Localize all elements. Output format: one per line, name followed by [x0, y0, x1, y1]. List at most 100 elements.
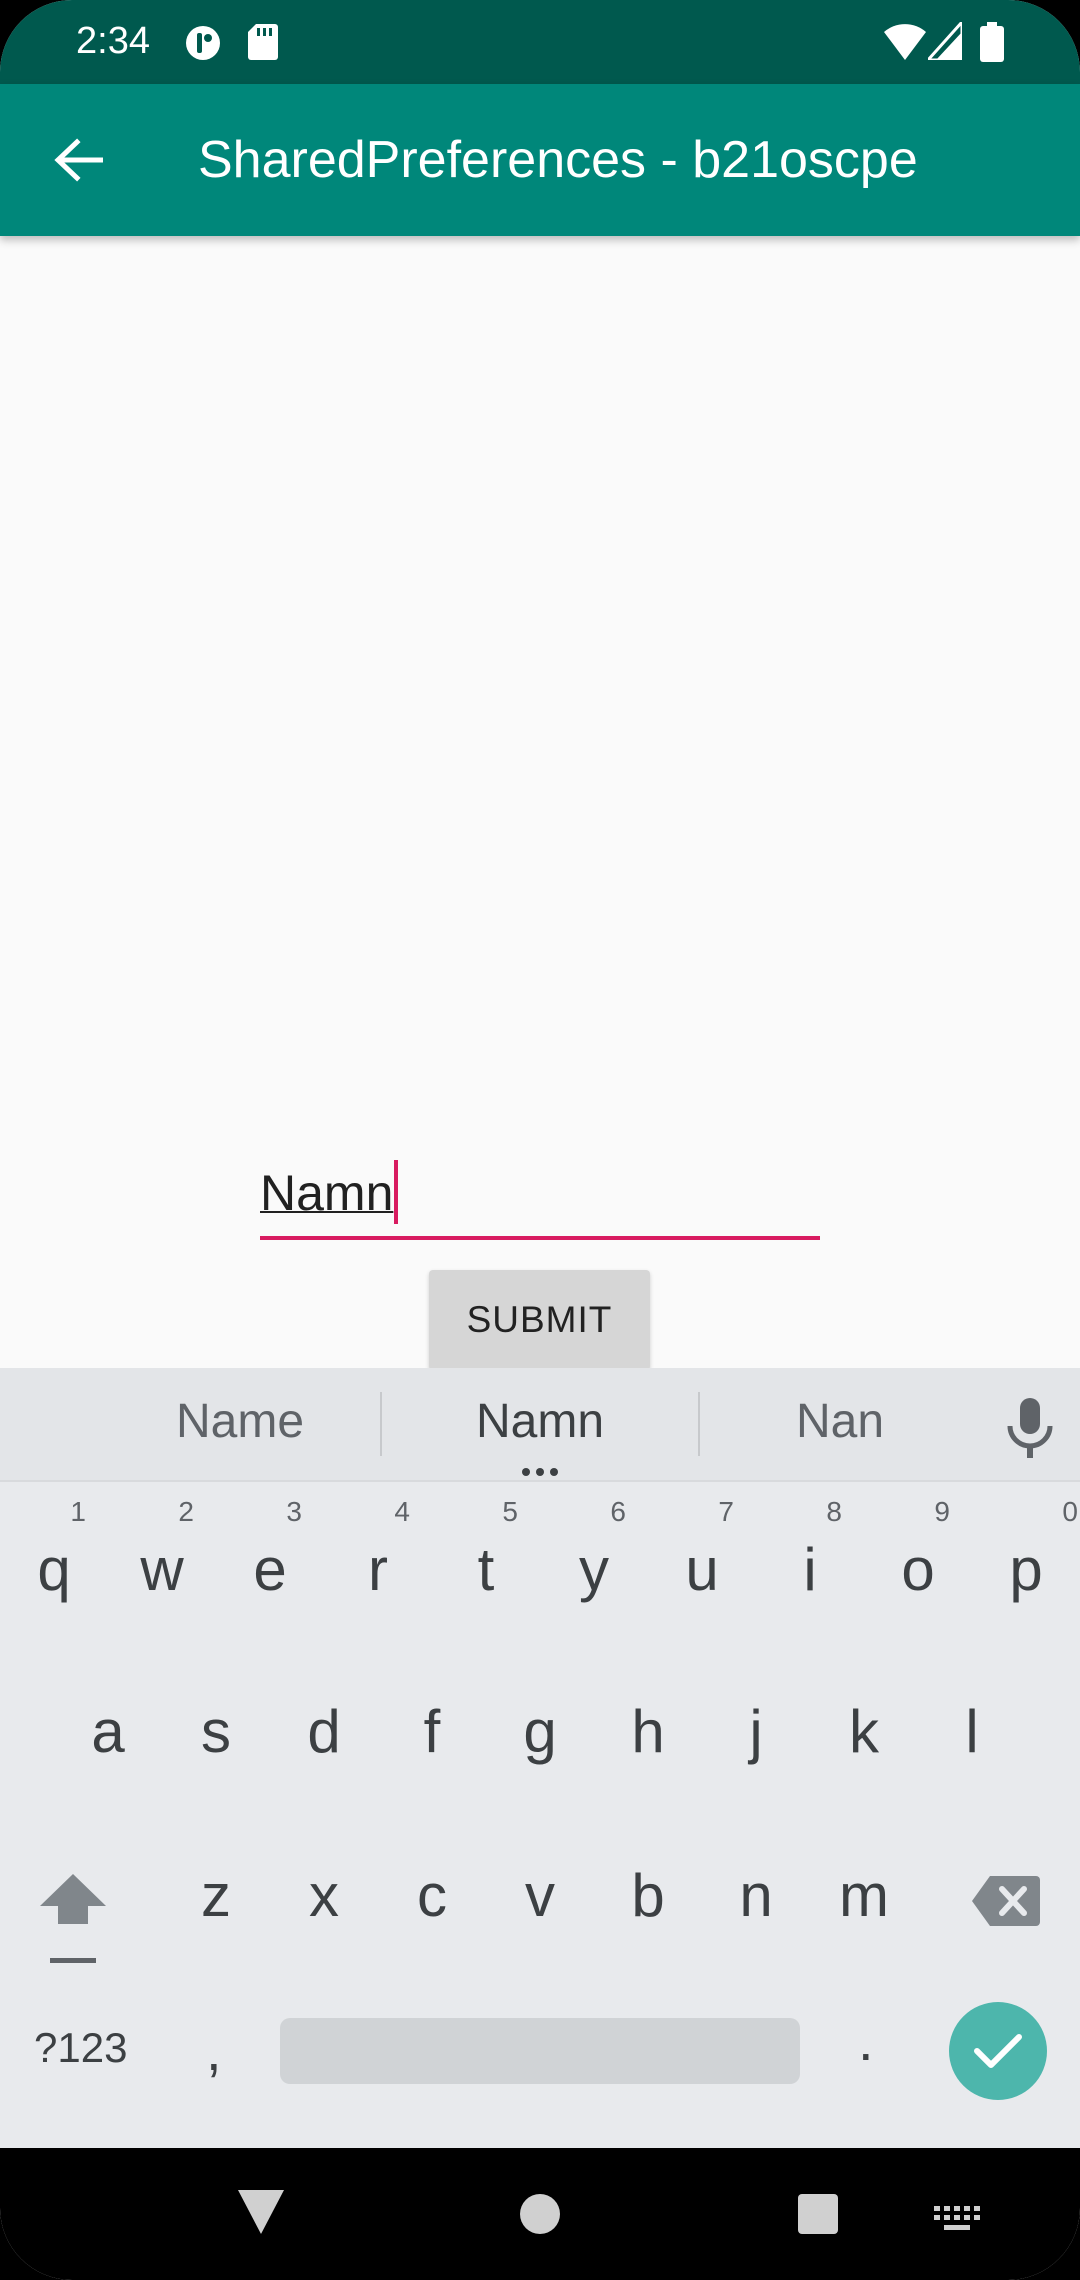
key-label: s	[201, 1698, 231, 1765]
soft-keyboard: Name Namn Nan 1q 2w 3e 4r 5t 6y 7u 8i 9o…	[0, 1368, 1080, 2148]
key-label: n	[739, 1862, 773, 1929]
device-screen: 2:34 SharedPreferences - b21oscpe Namn S…	[0, 0, 1080, 2280]
key-c[interactable]: c	[378, 1824, 486, 1964]
key-k[interactable]: k	[810, 1660, 918, 1800]
name-input[interactable]: Namn	[260, 1152, 820, 1240]
backspace-key[interactable]	[950, 1824, 1062, 1964]
backspace-icon	[972, 1876, 1040, 1926]
key-label: j	[749, 1698, 763, 1765]
key-hint: 6	[610, 1496, 626, 1527]
key-z[interactable]: z	[162, 1824, 270, 1964]
key-v[interactable]: v	[486, 1824, 594, 1964]
key-label: w	[140, 1536, 184, 1603]
key-s[interactable]: s	[162, 1660, 270, 1800]
arrow-back-icon	[54, 138, 103, 182]
key-label: g	[523, 1698, 557, 1765]
key-q[interactable]: 1q	[0, 1498, 108, 1638]
microphone-icon[interactable]	[1004, 1398, 1056, 1458]
status-bar: 2:34	[0, 0, 1080, 84]
key-label: c	[417, 1862, 447, 1929]
key-e[interactable]: 3e	[216, 1498, 324, 1638]
key-r[interactable]: 4r	[324, 1498, 432, 1638]
wifi-icon	[884, 22, 926, 65]
shift-icon	[40, 1874, 106, 1963]
key-d[interactable]: d	[270, 1660, 378, 1800]
nav-recents-icon[interactable]	[798, 2194, 838, 2239]
navigation-bar	[0, 2148, 1080, 2280]
key-label: d	[307, 1698, 341, 1765]
nav-home-icon[interactable]	[520, 2194, 560, 2239]
key-l[interactable]: l	[918, 1660, 1026, 1800]
key-j[interactable]: j	[702, 1660, 810, 1800]
text-cursor	[394, 1160, 398, 1224]
key-label: h	[631, 1698, 665, 1765]
symbols-key[interactable]: ?123	[34, 2024, 127, 2072]
key-label: i	[803, 1536, 817, 1603]
key-w[interactable]: 2w	[108, 1498, 216, 1638]
space-key[interactable]	[280, 2018, 800, 2084]
suggestion-item[interactable]: Name	[112, 1394, 368, 1449]
suggestion-divider	[698, 1392, 700, 1456]
key-o[interactable]: 9o	[864, 1498, 972, 1638]
app-notification-icon	[184, 24, 222, 67]
key-label: q	[37, 1536, 71, 1603]
key-hint: 4	[394, 1496, 410, 1527]
nav-back-icon[interactable]	[238, 2190, 284, 2239]
submit-button[interactable]: SUBMIT	[429, 1270, 650, 1370]
back-button[interactable]	[38, 120, 118, 200]
key-y[interactable]: 6y	[540, 1498, 648, 1638]
suggestion-item[interactable]: Namn	[412, 1394, 668, 1449]
key-label: x	[309, 1862, 339, 1929]
suggestion-divider	[380, 1392, 382, 1456]
key-label: m	[839, 1862, 889, 1929]
key-n[interactable]: n	[702, 1824, 810, 1964]
key-hint: 1	[70, 1496, 86, 1527]
shift-key[interactable]	[18, 1824, 130, 1964]
key-label: b	[631, 1862, 665, 1929]
key-i[interactable]: 8i	[756, 1498, 864, 1638]
key-a[interactable]: a	[54, 1660, 162, 1800]
more-suggestions-icon[interactable]	[520, 1464, 560, 1482]
key-hint: 0	[1062, 1496, 1078, 1527]
key-label: l	[965, 1698, 979, 1765]
key-label: o	[901, 1536, 935, 1603]
key-label: t	[477, 1536, 495, 1603]
comma-key[interactable]: ,	[206, 2018, 222, 2083]
submit-button-label: SUBMIT	[466, 1299, 613, 1340]
key-b[interactable]: b	[594, 1824, 702, 1964]
key-x[interactable]: x	[270, 1824, 378, 1964]
key-hint: 9	[934, 1496, 950, 1527]
period-key[interactable]: .	[858, 2008, 874, 2073]
cell-signal-icon	[924, 18, 964, 65]
suggestion-item[interactable]: Nan	[712, 1394, 968, 1449]
checkmark-icon	[974, 2034, 1022, 2068]
sd-card-icon	[248, 24, 278, 65]
key-m[interactable]: m	[810, 1824, 918, 1964]
key-label: k	[849, 1698, 879, 1765]
key-u[interactable]: 7u	[648, 1498, 756, 1638]
key-f[interactable]: f	[378, 1660, 486, 1800]
app-bar: SharedPreferences - b21oscpe	[0, 84, 1080, 236]
key-label: z	[201, 1862, 231, 1929]
key-hint: 7	[718, 1496, 734, 1527]
key-label: p	[1009, 1536, 1043, 1603]
key-label: y	[579, 1536, 609, 1603]
key-label: a	[91, 1698, 125, 1765]
key-label: f	[423, 1698, 441, 1765]
key-label: u	[685, 1536, 719, 1603]
key-label: v	[525, 1862, 555, 1929]
key-g[interactable]: g	[486, 1660, 594, 1800]
key-p[interactable]: 0p	[972, 1498, 1080, 1638]
status-time: 2:34	[76, 20, 150, 62]
keyboard-switch-icon[interactable]	[934, 2206, 980, 2237]
key-h[interactable]: h	[594, 1660, 702, 1800]
key-label: e	[253, 1536, 287, 1603]
key-hint: 2	[178, 1496, 194, 1527]
key-hint: 3	[286, 1496, 302, 1527]
enter-button[interactable]	[949, 2002, 1047, 2100]
name-input-value: Namn	[260, 1165, 394, 1221]
key-label: r	[368, 1536, 388, 1603]
key-t[interactable]: 5t	[432, 1498, 540, 1638]
key-hint: 8	[826, 1496, 842, 1527]
key-hint: 5	[502, 1496, 518, 1527]
